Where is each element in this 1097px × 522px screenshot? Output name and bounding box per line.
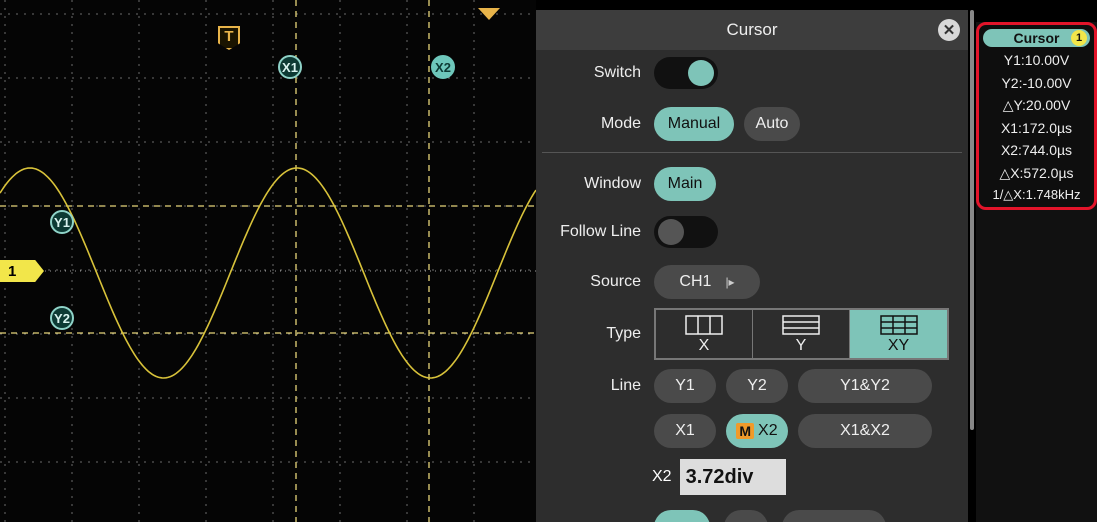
line-y1y2-button[interactable]: Y1&Y2 (798, 369, 932, 403)
type-xy-label: XY (887, 337, 910, 354)
source-label: Source (590, 273, 641, 290)
cursor-x1-marker[interactable]: X1 (278, 55, 302, 79)
readout-title-text: Cursor (1013, 30, 1060, 46)
toggle-knob (688, 60, 714, 86)
window-label: Window (584, 175, 641, 192)
window-main-button[interactable]: Main (654, 167, 716, 201)
dialog-header: Cursor ✕ (536, 10, 968, 50)
readout-y2: Y2:-10.00V (1001, 74, 1072, 91)
cursor-y2-marker[interactable]: Y2 (50, 306, 74, 330)
readout-delta-y: △Y:20.00V (1002, 97, 1071, 113)
divider (542, 152, 962, 153)
switch-toggle[interactable] (654, 57, 718, 89)
line-x2-button[interactable]: M X2 (726, 414, 788, 448)
readout-delta-x: △X:572.0µs (999, 164, 1074, 181)
type-label: Type (606, 325, 641, 342)
waveform-grid (0, 0, 536, 522)
cursor-readout-title: Cursor 1 (983, 29, 1090, 47)
readout-x1: X1:172.0µs (1000, 119, 1073, 136)
y-cursor-icon (782, 315, 820, 335)
source-select[interactable]: CH1 |▸ (654, 265, 760, 299)
xy-cursor-icon (879, 315, 918, 335)
line-y1-button[interactable]: Y1 (654, 369, 716, 403)
type-row: Type X Y XY (536, 308, 949, 360)
switch-row: Switch (536, 57, 718, 89)
mode-label: Mode (600, 115, 641, 132)
multipurpose-knob-badge: M (736, 423, 755, 439)
type-x-label: X (698, 337, 710, 354)
type-x-button[interactable]: X (656, 310, 753, 358)
cut-off-button[interactable] (724, 510, 768, 522)
line-x1-button[interactable]: X1 (654, 414, 716, 448)
cursor-dialog: Cursor ✕ Switch Mode Manual Auto Window … (536, 10, 968, 522)
close-icon[interactable]: ✕ (938, 19, 960, 41)
source-row: Source CH1 |▸ (536, 265, 760, 299)
line-label: Line (610, 377, 641, 394)
dialog-scrollbar[interactable] (970, 10, 974, 430)
follow-line-toggle[interactable] (654, 216, 718, 248)
toggle-knob (658, 219, 684, 245)
measurement-panel: Cursor 1 Y1:10.00V Y2:-10.00V △Y:20.00V … (976, 22, 1097, 522)
channel-badge: 1 (1071, 30, 1087, 46)
source-value: CH1 (679, 273, 712, 290)
dropdown-arrow-icon: |▸ (725, 275, 735, 289)
channel1-level-marker[interactable]: 1 (0, 260, 44, 282)
window-row: Window Main (536, 167, 716, 201)
x2-field-label: X2 (652, 468, 672, 485)
cursor-readout-box[interactable]: Cursor 1 Y1:10.00V Y2:-10.00V △Y:20.00V … (976, 22, 1097, 210)
readout-x2: X2:744.0µs (1000, 142, 1073, 158)
type-y-label: Y (795, 337, 807, 354)
type-y-button[interactable]: Y (753, 310, 850, 358)
mode-manual-button[interactable]: Manual (654, 107, 734, 141)
cursor-y1-marker[interactable]: Y1 (50, 210, 74, 234)
trigger-position-icon[interactable] (478, 8, 500, 20)
waveform-display[interactable]: T X1 X2 Y1 Y2 1 (0, 0, 536, 522)
type-segmented-control: X Y XY (654, 308, 949, 360)
ch1-waveform-trace (0, 167, 536, 379)
readout-frequency: 1/△X:1.748kHz (992, 187, 1081, 202)
follow-line-label: Follow Line (560, 223, 641, 240)
type-xy-button[interactable]: XY (850, 310, 947, 358)
x-cursor-icon (685, 315, 723, 335)
x2-value-input[interactable]: 3.72div (679, 459, 786, 495)
line-x2-label: X2 (758, 422, 778, 439)
line-x1x2-button[interactable]: X1&X2 (798, 414, 932, 448)
mode-auto-button[interactable]: Auto (744, 107, 800, 141)
x2-value-row: X2 3.72div (652, 459, 786, 495)
mode-row: Mode Manual Auto (536, 107, 800, 141)
follow-line-row: Follow Line (536, 216, 718, 248)
dialog-title: Cursor (726, 20, 778, 39)
cut-off-row (654, 510, 886, 522)
cursor-x2-marker[interactable]: X2 (431, 55, 455, 79)
line-y2-button[interactable]: Y2 (726, 369, 788, 403)
line-row-1: Line Y1 Y2 Y1&Y2 (536, 369, 932, 403)
cut-off-button[interactable] (654, 510, 710, 522)
readout-y1: Y1:10.00V (1003, 52, 1070, 68)
switch-label: Switch (593, 64, 641, 81)
cut-off-button[interactable] (782, 510, 886, 522)
line-row-2: X1 M X2 X1&X2 (536, 414, 932, 448)
